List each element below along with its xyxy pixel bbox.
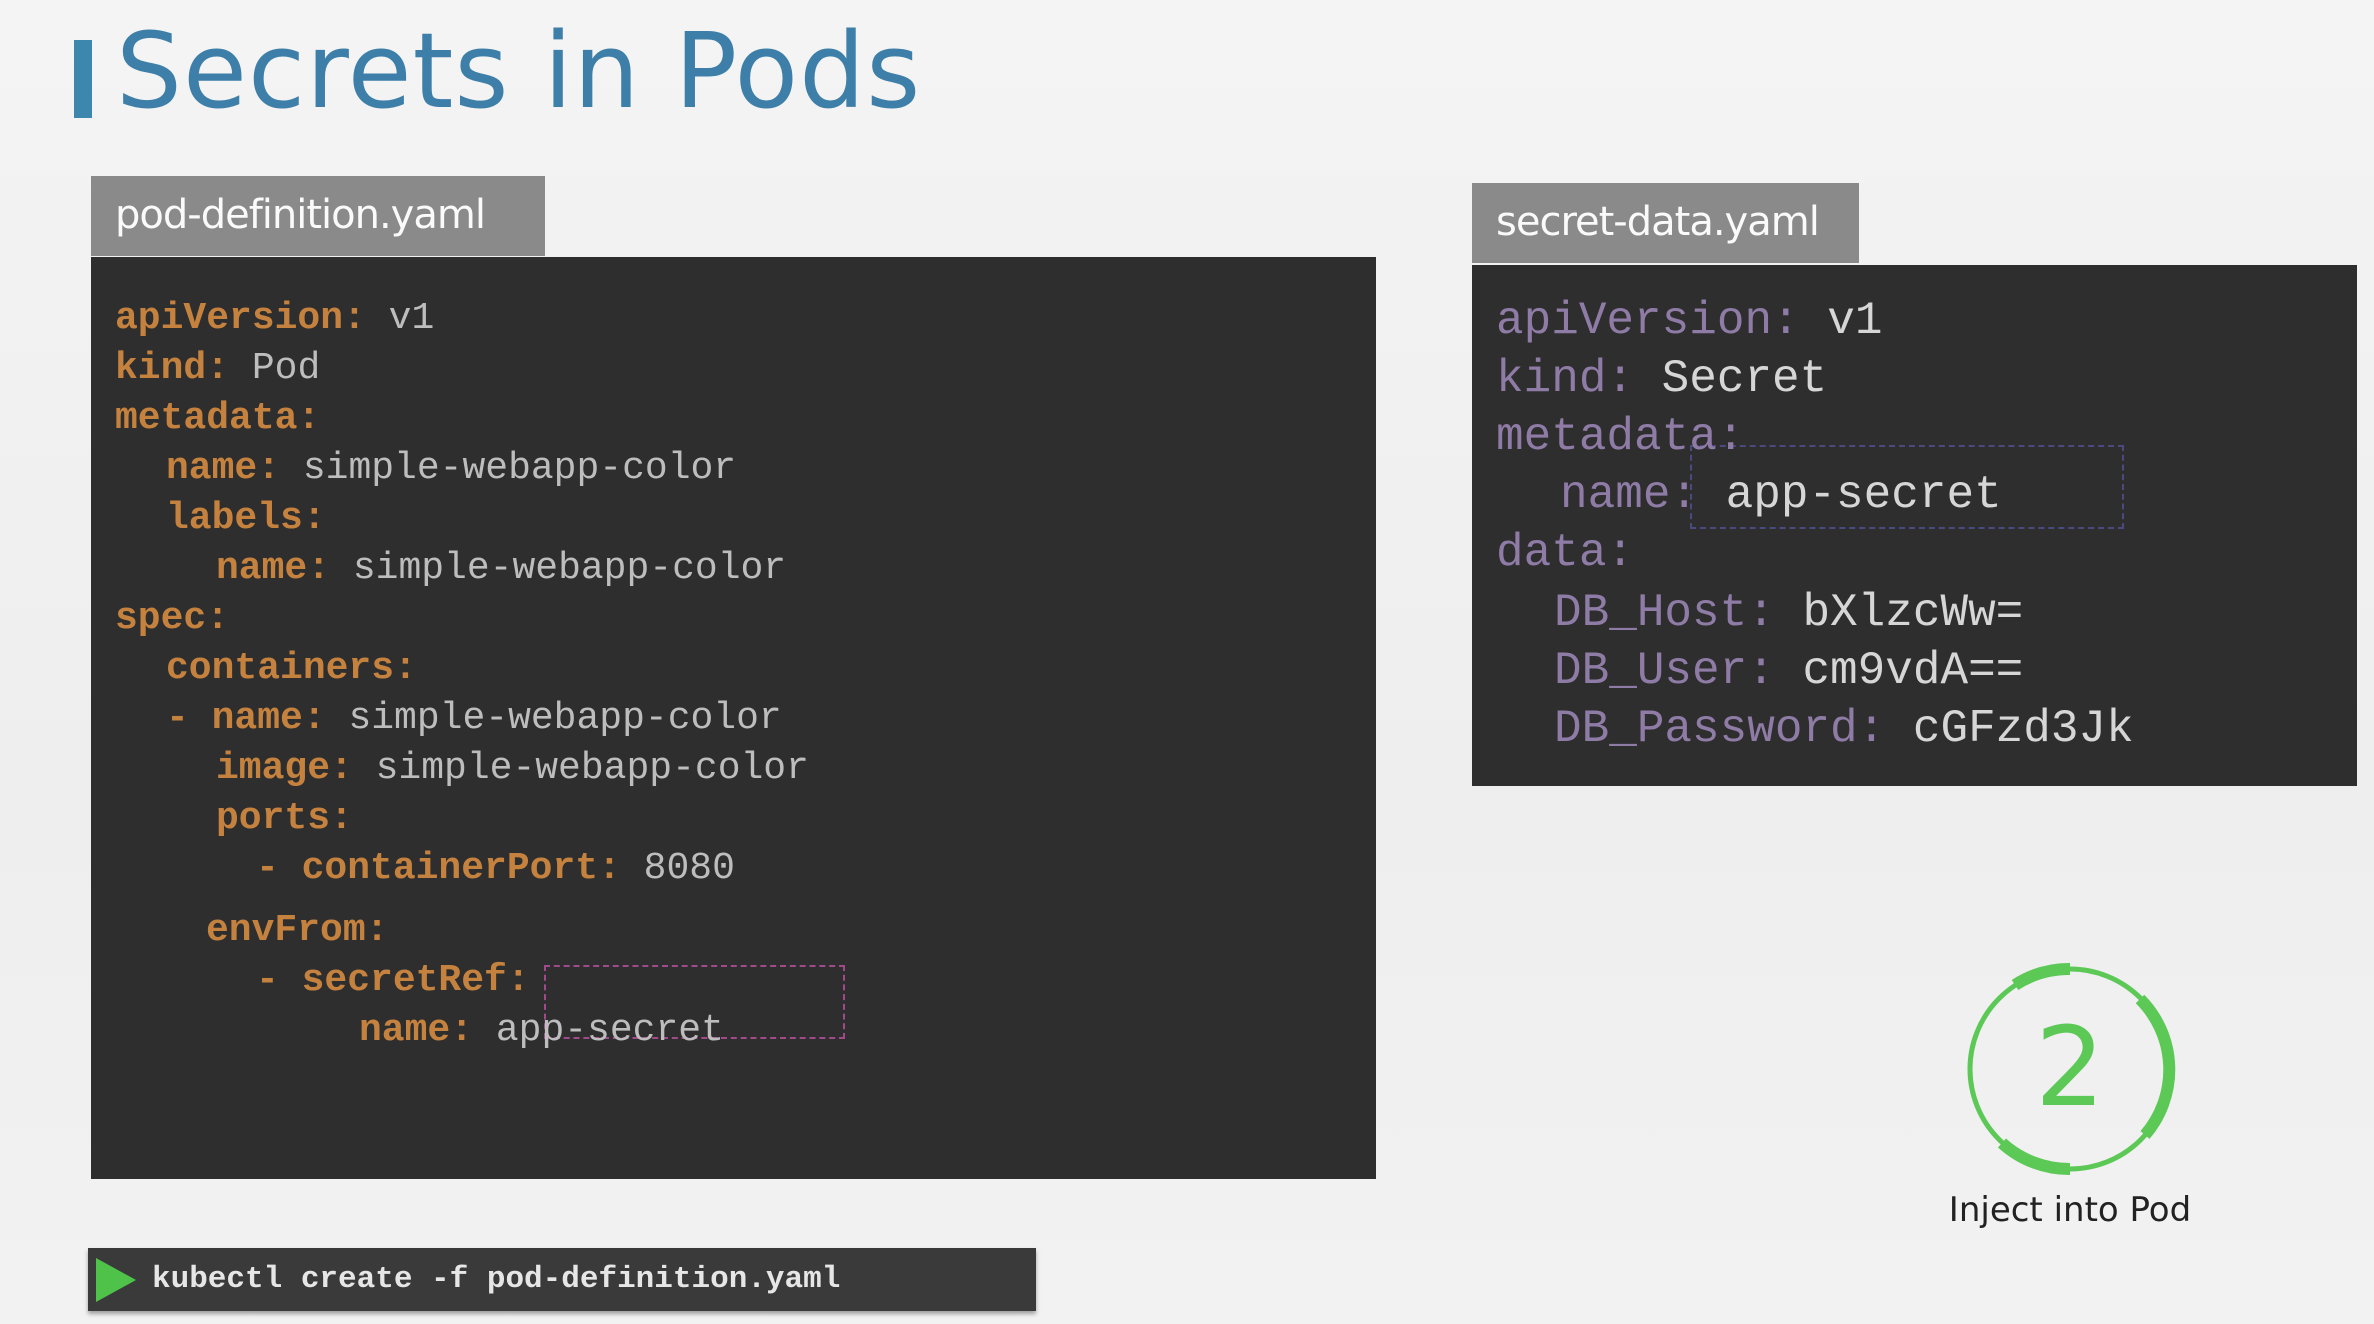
yaml-key: apiVersion: [115, 297, 366, 340]
code-line: - secretRef: [256, 959, 530, 1002]
pod-file-tab: pod-definition.yaml [91, 176, 545, 256]
code-line: envFrom: [206, 909, 388, 952]
yaml-value: app-secret [473, 1009, 724, 1052]
code-line: spec: [115, 597, 229, 640]
yaml-key: - containerPort: [256, 847, 621, 890]
code-line: metadata: [115, 397, 320, 440]
play-icon [96, 1258, 136, 1302]
yaml-key: DB_Password: [1554, 703, 1886, 755]
code-line: name: simple-webapp-color [166, 447, 736, 490]
code-line: name: app-secret [1560, 469, 2002, 521]
yaml-key: image: [216, 747, 353, 790]
yaml-key: name: [216, 547, 331, 590]
yaml-value: 8080 [620, 847, 735, 890]
code-line: DB_Password: cGFzd3Jk [1554, 703, 2134, 755]
code-line: image: simple-webapp-color [216, 747, 809, 790]
code-line: DB_User: cm9vdA== [1554, 645, 2023, 697]
yaml-key: labels: [166, 497, 326, 540]
yaml-key: name: [359, 1009, 474, 1052]
step-label: Inject into Pod [1948, 1190, 2192, 1230]
yaml-value: simple-webapp-color [280, 447, 737, 490]
code-line: labels: [166, 497, 326, 540]
yaml-value: app-secret [1698, 469, 2002, 521]
yaml-key: data: [1496, 527, 1635, 579]
yaml-value: v1 [1799, 295, 1883, 347]
pod-definition-code: apiVersion: v1 kind: Pod metadata: name: si… [91, 257, 1376, 1179]
yaml-key: DB_Host: [1554, 587, 1775, 639]
yaml-value: Secret [1634, 353, 1828, 405]
yaml-key: envFrom: [206, 909, 389, 952]
title-accent-bar [74, 40, 92, 118]
code-line: apiVersion: v1 [1496, 295, 1882, 347]
yaml-key: containers: [166, 647, 417, 690]
code-line: name: simple-webapp-color [216, 547, 786, 590]
code-line: ports: [216, 797, 353, 840]
code-line: kind: Pod [115, 347, 320, 390]
code-line: apiVersion: v1 [115, 297, 434, 340]
yaml-key: DB_User: [1554, 645, 1775, 697]
yaml-value: simple-webapp-color [352, 747, 809, 790]
yaml-key: name: [166, 447, 281, 490]
yaml-value: v1 [365, 297, 435, 340]
code-line: DB_Host: bXlzcWw= [1554, 587, 2023, 639]
command-bar: kubectl create -f pod-definition.yaml [88, 1248, 1036, 1311]
yaml-key: name: [1560, 469, 1699, 521]
yaml-key: - secretRef: [256, 959, 530, 1002]
secret-data-code: apiVersion: v1 kind: Secret metadata: name:… [1472, 265, 2357, 786]
command-text: kubectl create -f pod-definition.yaml [152, 1262, 841, 1297]
yaml-key: metadata: [1496, 411, 1745, 463]
yaml-key: metadata: [115, 397, 321, 440]
yaml-key: spec: [115, 597, 230, 640]
step-circle-icon: 2 [1967, 962, 2176, 1176]
yaml-key: ports: [216, 797, 353, 840]
yaml-value: simple-webapp-color [330, 547, 787, 590]
yaml-value: simple-webapp-color [325, 697, 782, 740]
code-line: data: [1496, 527, 1634, 579]
code-line: metadata: [1496, 411, 1744, 463]
code-line: name: app-secret [359, 1009, 724, 1052]
yaml-value: Pod [229, 347, 321, 390]
step-number: 2 [2035, 1003, 2105, 1131]
page-title: Secrets in Pods [116, 10, 922, 132]
secret-file-tab: secret-data.yaml [1472, 183, 1859, 263]
code-line: containers: [166, 647, 417, 690]
yaml-key: apiVersion: [1496, 295, 1800, 347]
yaml-key: - name: [166, 697, 326, 740]
yaml-key: kind: [115, 347, 230, 390]
code-line: kind: Secret [1496, 353, 1827, 405]
yaml-value: cGFzd3Jk [1885, 703, 2134, 755]
yaml-value: bXlzcWw= [1774, 587, 2024, 639]
yaml-key: kind: [1496, 353, 1635, 405]
code-line: - name: simple-webapp-color [166, 697, 782, 740]
code-line: - containerPort: 8080 [256, 847, 735, 890]
yaml-value: cm9vdA== [1774, 645, 2024, 697]
